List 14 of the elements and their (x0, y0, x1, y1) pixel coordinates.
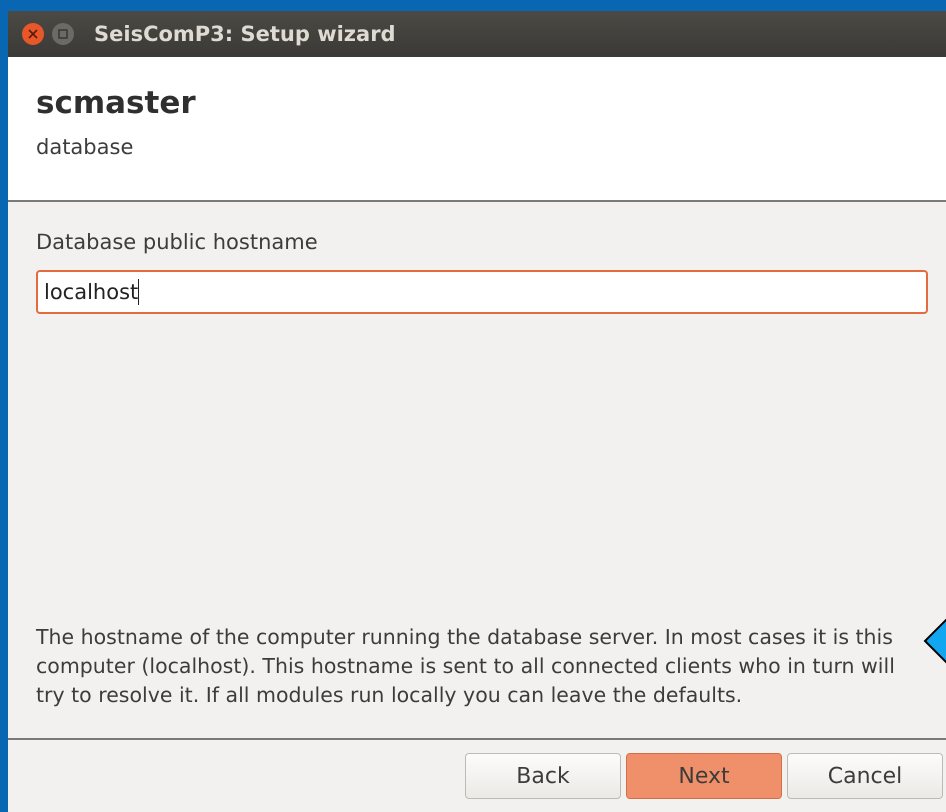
field-label: Database public hostname (36, 230, 318, 254)
hostname-field[interactable]: localhost (36, 270, 928, 314)
description-text: The hostname of the computer running the database server. In most cases it is this computer (localhost). This hostname is sent to all connected clients who in turn will try to resolve it. If all modules run locally you can leave the defaults. (36, 624, 896, 709)
close-icon (28, 29, 38, 39)
close-button[interactable] (22, 23, 44, 45)
wizard-button[interactable]: Back (465, 753, 621, 799)
pointer-icon (923, 618, 946, 664)
maximize-icon (58, 29, 68, 39)
window-title: SeisComP3: Setup wizard (94, 22, 396, 46)
wizard-button[interactable]: Next (626, 753, 782, 799)
page-title: scmaster (36, 85, 196, 121)
wizard-button[interactable]: Cancel (787, 753, 943, 799)
maximize-button[interactable] (52, 23, 74, 45)
page-subtitle: database (36, 135, 134, 159)
